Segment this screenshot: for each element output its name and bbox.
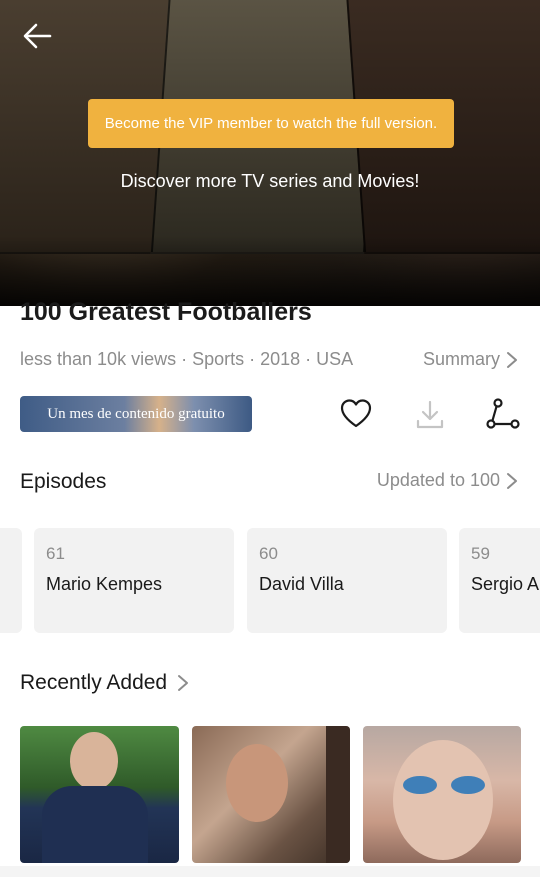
episode-card[interactable]: 59 Sergio A [459, 528, 540, 633]
chevron-right-icon [507, 351, 517, 368]
thumbnail-hair [326, 726, 350, 863]
episode-title: Sergio A [471, 574, 540, 594]
download-icon[interactable] [413, 397, 447, 431]
recently-added-list[interactable] [0, 726, 540, 866]
back-arrow-icon[interactable] [18, 16, 58, 56]
episode-list[interactable]: 61 Mario Kempes 60 David Villa 59 Sergio… [0, 528, 540, 633]
episode-card[interactable]: 60 David Villa [247, 528, 447, 633]
share-icon[interactable] [486, 397, 520, 431]
episode-number: 60 [259, 544, 278, 563]
hero-banner[interactable]: Become the VIP member to watch the full … [0, 0, 540, 306]
hero-shadow [0, 236, 540, 306]
episodes-title: Episodes [20, 470, 107, 493]
updated-label: Updated to 100 [376, 470, 500, 490]
recent-thumbnail[interactable] [363, 726, 521, 863]
thumbnail-face [393, 740, 493, 860]
episode-card[interactable]: 61 Mario Kempes [34, 528, 234, 633]
vip-banner-button[interactable]: Become the VIP member to watch the full … [88, 99, 454, 148]
episode-title: David Villa [259, 574, 344, 594]
thumbnail-eye-left [403, 776, 437, 794]
promo-banner[interactable]: Un mes de contenido gratuito [20, 396, 252, 432]
chevron-right-icon [507, 472, 517, 489]
summary-link[interactable]: Summary [423, 349, 518, 370]
episode-number: 59 [471, 544, 490, 563]
recently-added-link[interactable]: Recently Added [20, 671, 189, 695]
thumbnail-face [70, 732, 118, 790]
heart-icon[interactable] [339, 397, 373, 431]
bottom-edge [0, 866, 540, 877]
recent-thumbnail[interactable] [20, 726, 179, 863]
recently-added-title: Recently Added [20, 671, 168, 694]
recent-thumbnail[interactable] [192, 726, 350, 863]
discover-text: Discover more TV series and Movies! [120, 171, 420, 191]
episode-card-partial[interactable] [0, 528, 22, 633]
episode-number: 61 [46, 544, 65, 563]
episodes-updated-link[interactable]: Updated to 100 [377, 470, 518, 491]
summary-label: Summary [422, 349, 500, 369]
show-meta: less than 10k views · Sports · 2018 · US… [20, 349, 354, 369]
chevron-right-icon [178, 675, 189, 691]
show-title: 100 Greatest Footballers [20, 298, 312, 326]
episode-title: Mario Kempes [46, 574, 163, 594]
thumbnail-face [226, 744, 288, 822]
thumbnail-eye-right [451, 776, 485, 794]
thumbnail-suit [42, 786, 148, 863]
